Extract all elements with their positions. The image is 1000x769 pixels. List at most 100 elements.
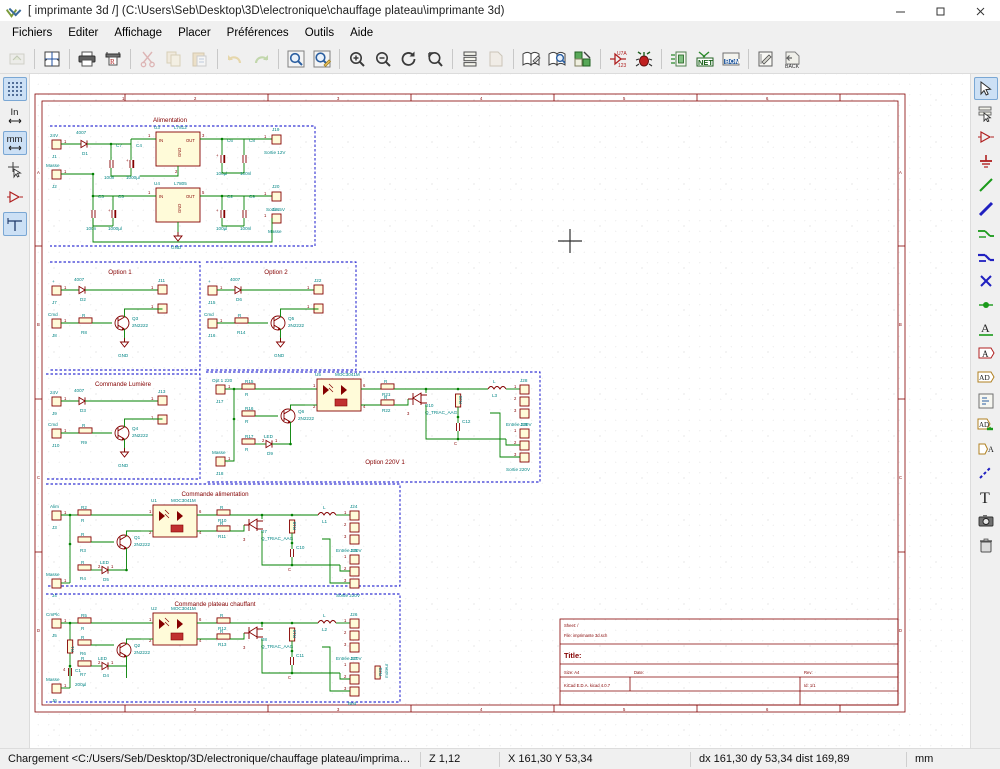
copy-icon[interactable] [161,46,187,72]
svg-text:LED: LED [100,560,110,565]
add-sheet-pin-icon[interactable]: AD [974,413,998,436]
menu-aide[interactable]: Aide [342,24,381,42]
add-bus-icon[interactable] [974,197,998,220]
highlight-net-icon[interactable] [974,101,998,124]
delete-icon[interactable] [974,533,998,556]
cut-icon[interactable] [135,46,161,72]
svg-text:A: A [982,349,989,359]
bom-icon[interactable]: BOM [718,46,744,72]
svg-text:A: A [981,321,990,335]
run-pcbnew-icon[interactable] [753,46,779,72]
svg-text:2N2222: 2N2222 [298,416,315,421]
svg-text:1000µl: 1000µl [108,226,122,231]
grid-toggle-icon[interactable] [2,77,27,101]
svg-text:3: 3 [202,133,205,138]
close-button[interactable] [960,0,1000,22]
svg-text:Q6: Q6 [298,409,305,414]
hierarchy-icon[interactable] [457,46,483,72]
undo-icon[interactable] [222,46,248,72]
netlist-generate-icon[interactable] [666,46,692,72]
library-editor-icon[interactable] [518,46,544,72]
add-text-icon[interactable]: T [974,485,998,508]
add-bus-to-bus-entry-icon[interactable] [974,245,998,268]
block-commande-alimentation: Commande alimentation Alim J3 1 Masse J4… [46,483,401,598]
svg-text:6: 6 [766,707,769,712]
schematic-canvas[interactable]: .w { stroke:#008000; stroke-width:0.9; f… [30,74,970,748]
svg-text:R: R [81,626,85,631]
title-bar: [ imprimante 3d /] (C:\Users\Seb\Desktop… [0,0,1000,22]
no-connect-icon[interactable] [974,269,998,292]
add-component-icon[interactable] [974,125,998,148]
svg-text:R2: R2 [81,505,87,510]
units-mm-icon[interactable]: mm [2,131,27,155]
col-tick-3: 3 [337,96,340,101]
hidden-pins-icon[interactable] [3,185,27,209]
svg-text:C2: C2 [227,194,233,199]
menu-placer[interactable]: Placer [170,24,219,42]
menu-outils[interactable]: Outils [297,24,342,42]
page-settings-icon[interactable] [39,46,65,72]
bus-orientation-icon[interactable] [2,212,27,236]
add-image-icon[interactable] [974,509,998,532]
plot-icon[interactable]: R [100,46,126,72]
redo-icon[interactable] [248,46,274,72]
add-wire-icon[interactable] [974,173,998,196]
erc-icon[interactable] [631,46,657,72]
app-icon [6,2,22,19]
add-hierarchical-sheet-icon[interactable] [974,389,998,412]
svg-text:1: 1 [264,213,267,218]
annotate-icon[interactable]: U7A 123 [605,46,631,72]
maximize-button[interactable] [920,0,960,22]
cursor-shape-icon[interactable] [3,158,27,182]
find-replace-icon[interactable] [309,46,335,72]
svg-text:1: 1 [220,285,223,290]
add-junction-icon[interactable] [974,293,998,316]
svg-text:1: 1 [220,318,223,323]
add-label-icon[interactable]: A [974,317,998,340]
zoom-redraw-icon[interactable] [396,46,422,72]
svg-text:BOM: BOM [725,58,740,65]
svg-text:Sortie 12V: Sortie 12V [264,150,286,155]
svg-text:J20: J20 [272,184,280,189]
menu-preferences[interactable]: Préférences [219,24,297,42]
svg-text:J28: J28 [520,378,528,383]
add-graphic-line-icon[interactable] [974,461,998,484]
block-commande-plateau: Commande plateau chauffant CmPlc J5 1 Ma… [46,593,401,706]
add-wire-to-bus-entry-icon[interactable] [974,221,998,244]
add-global-label-icon[interactable]: A [974,341,998,364]
svg-text:R9: R9 [81,440,87,445]
svg-text:1: 1 [64,683,67,688]
cvpcb-icon[interactable] [570,46,596,72]
svg-text:2N2222: 2N2222 [288,323,305,328]
menu-affichage[interactable]: Affichage [106,24,170,42]
svg-text:24V: 24V [50,133,59,138]
import-sheet-pin-icon[interactable]: A [974,437,998,460]
add-power-port-icon[interactable] [974,149,998,172]
units-inch-icon[interactable]: In [3,104,27,128]
leave-sheet-icon[interactable] [483,46,509,72]
new-sheet-icon[interactable] [4,46,30,72]
menu-editer[interactable]: Editer [60,24,106,42]
zoom-in-icon[interactable] [344,46,370,72]
library-browser-icon[interactable] [544,46,570,72]
find-icon[interactable] [283,46,309,72]
units-mm-label: mm [6,134,23,146]
menu-fichiers[interactable]: Fichiers [4,24,60,42]
netlist-icon[interactable]: NET [692,46,718,72]
select-cursor-icon[interactable] [973,77,998,100]
zoom-out-icon[interactable] [370,46,396,72]
svg-text:R19: R19 [292,629,297,638]
svg-text:R: R [238,313,242,318]
minimize-button[interactable] [880,0,920,22]
zoom-fit-icon[interactable] [422,46,448,72]
print-icon[interactable] [74,46,100,72]
svg-text:4007: 4007 [74,277,85,282]
svg-text:2N2222: 2N2222 [134,542,151,547]
svg-text:1: 1 [148,190,151,195]
paste-icon[interactable] [187,46,213,72]
svg-text:J5: J5 [52,633,57,638]
titleblock-size: Size: A4 [564,670,580,675]
backannotate-icon[interactable]: BACK [779,46,805,72]
block-title-alimentation: Alimentation [153,117,188,124]
add-hierarchical-label-icon[interactable]: AD [974,365,998,388]
